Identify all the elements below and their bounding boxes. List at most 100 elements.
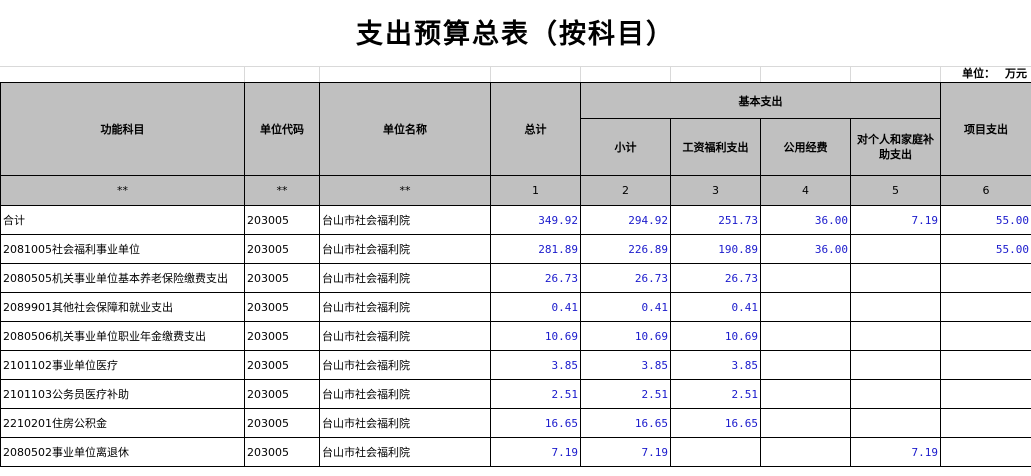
cell-unit-name[interactable]: 台山市社会福利院 <box>319 263 491 293</box>
cell-public-funds[interactable] <box>760 379 851 409</box>
cell-subtotal[interactable]: 26.73 <box>580 263 671 293</box>
table-row[interactable]: 2080502事业单位离退休 203005 台山市社会福利院 7.19 7.19 7.19 <box>0 437 1031 467</box>
header-project-expenditure[interactable]: 项目支出 <box>940 82 1031 176</box>
header-unit-name[interactable]: 单位名称 <box>319 82 491 176</box>
cell-unit-code[interactable]: 203005 <box>244 437 320 467</box>
cell-public-funds[interactable] <box>760 437 851 467</box>
cell-function-subject[interactable]: 2080506机关事业单位职业年金缴费支出 <box>0 321 245 351</box>
cell-subtotal[interactable]: 2.51 <box>580 379 671 409</box>
cell-function-subject[interactable]: 2089901其他社会保障和就业支出 <box>0 292 245 322</box>
cell-unit-name[interactable]: 台山市社会福利院 <box>319 234 491 264</box>
index-cell[interactable]: 3 <box>670 175 761 206</box>
cell-unit-name[interactable]: 台山市社会福利院 <box>319 292 491 322</box>
cell-total[interactable]: 26.73 <box>490 263 581 293</box>
cell-salary-welfare[interactable] <box>670 437 761 467</box>
cell-unit-code[interactable]: 203005 <box>244 408 320 438</box>
cell-unit-code[interactable]: 203005 <box>244 263 320 293</box>
cell-unit-code[interactable]: 203005 <box>244 292 320 322</box>
cell-salary-welfare[interactable]: 10.69 <box>670 321 761 351</box>
cell-subtotal[interactable]: 10.69 <box>580 321 671 351</box>
cell-total[interactable]: 349.92 <box>490 205 581 235</box>
cell-project[interactable]: 55.00 <box>940 205 1031 235</box>
cell-project[interactable] <box>940 408 1031 438</box>
index-cell[interactable]: 4 <box>760 175 851 206</box>
cell-salary-welfare[interactable]: 3.85 <box>670 350 761 380</box>
cell-unit-code[interactable]: 203005 <box>244 205 320 235</box>
cell-public-funds[interactable] <box>760 350 851 380</box>
cell-total[interactable]: 281.89 <box>490 234 581 264</box>
cell-project[interactable]: 55.00 <box>940 234 1031 264</box>
index-cell[interactable]: ** <box>319 175 491 206</box>
header-public-funds[interactable]: 公用经费 <box>760 118 851 176</box>
cell-total[interactable]: 0.41 <box>490 292 581 322</box>
cell-salary-welfare[interactable]: 26.73 <box>670 263 761 293</box>
cell-project[interactable] <box>940 292 1031 322</box>
cell-project[interactable] <box>940 379 1031 409</box>
cell-function-subject[interactable]: 合计 <box>0 205 245 235</box>
cell-public-funds[interactable] <box>760 408 851 438</box>
cell-unit-code[interactable]: 203005 <box>244 379 320 409</box>
cell-personal-subsidy[interactable] <box>850 408 941 438</box>
cell-personal-subsidy[interactable] <box>850 379 941 409</box>
index-cell[interactable]: 1 <box>490 175 581 206</box>
cell-unit-code[interactable]: 203005 <box>244 321 320 351</box>
cell-personal-subsidy[interactable] <box>850 292 941 322</box>
index-cell[interactable]: ** <box>0 175 245 206</box>
cell-total[interactable]: 2.51 <box>490 379 581 409</box>
cell-unit-name[interactable]: 台山市社会福利院 <box>319 408 491 438</box>
cell-total[interactable]: 10.69 <box>490 321 581 351</box>
cell-public-funds[interactable]: 36.00 <box>760 205 851 235</box>
cell-function-subject[interactable]: 2101103公务员医疗补助 <box>0 379 245 409</box>
cell-function-subject[interactable]: 2081005社会福利事业单位 <box>0 234 245 264</box>
cell-subtotal[interactable]: 226.89 <box>580 234 671 264</box>
cell-subtotal[interactable]: 16.65 <box>580 408 671 438</box>
cell-unit-name[interactable]: 台山市社会福利院 <box>319 205 491 235</box>
cell-subtotal[interactable]: 0.41 <box>580 292 671 322</box>
cell-project[interactable] <box>940 437 1031 467</box>
cell-total[interactable]: 16.65 <box>490 408 581 438</box>
cell-project[interactable] <box>940 263 1031 293</box>
cell-personal-subsidy[interactable]: 7.19 <box>850 205 941 235</box>
cell-function-subject[interactable]: 2080505机关事业单位基本养老保险缴费支出 <box>0 263 245 293</box>
cell-unit-code[interactable]: 203005 <box>244 234 320 264</box>
index-cell[interactable]: 5 <box>850 175 941 206</box>
cell-unit-code[interactable]: 203005 <box>244 350 320 380</box>
cell-unit-name[interactable]: 台山市社会福利院 <box>319 379 491 409</box>
header-total[interactable]: 总计 <box>490 82 581 176</box>
cell-function-subject[interactable]: 2101102事业单位医疗 <box>0 350 245 380</box>
cell-salary-welfare[interactable]: 190.89 <box>670 234 761 264</box>
cell-function-subject[interactable]: 2080502事业单位离退休 <box>0 437 245 467</box>
header-personal-subsidy[interactable]: 对个人和家庭补助支出 <box>850 118 941 176</box>
cell-salary-welfare[interactable]: 251.73 <box>670 205 761 235</box>
cell-salary-welfare[interactable]: 2.51 <box>670 379 761 409</box>
cell-project[interactable] <box>940 321 1031 351</box>
cell-subtotal[interactable]: 294.92 <box>580 205 671 235</box>
cell-salary-welfare[interactable]: 0.41 <box>670 292 761 322</box>
cell-function-subject[interactable]: 2210201住房公积金 <box>0 408 245 438</box>
table-row[interactable]: 合计 203005 台山市社会福利院 349.92 294.92 251.73 36.00 7… <box>0 205 1031 235</box>
cell-unit-name[interactable]: 台山市社会福利院 <box>319 350 491 380</box>
cell-personal-subsidy[interactable] <box>850 263 941 293</box>
cell-total[interactable]: 7.19 <box>490 437 581 467</box>
table-row[interactable]: 2080505机关事业单位基本养老保险缴费支出 203005 台山市社会福利院 26.… <box>0 263 1031 293</box>
cell-personal-subsidy[interactable] <box>850 321 941 351</box>
index-cell[interactable]: ** <box>244 175 320 206</box>
cell-salary-welfare[interactable]: 16.65 <box>670 408 761 438</box>
header-function-subject[interactable]: 功能科目 <box>0 82 245 176</box>
header-basic-expenditure[interactable]: 基本支出 <box>580 82 941 119</box>
cell-personal-subsidy[interactable]: 7.19 <box>850 437 941 467</box>
table-row[interactable]: 2210201住房公积金 203005 台山市社会福利院 16.65 16.65 16.6… <box>0 408 1031 438</box>
cell-public-funds[interactable] <box>760 263 851 293</box>
index-cell[interactable]: 2 <box>580 175 671 206</box>
table-row[interactable]: 2101103公务员医疗补助 203005 台山市社会福利院 2.51 2.51 2.51 <box>0 379 1031 409</box>
header-subtotal[interactable]: 小计 <box>580 118 671 176</box>
index-cell[interactable]: 6 <box>940 175 1031 206</box>
cell-unit-name[interactable]: 台山市社会福利院 <box>319 321 491 351</box>
cell-subtotal[interactable]: 3.85 <box>580 350 671 380</box>
cell-public-funds[interactable] <box>760 292 851 322</box>
table-row[interactable]: 2089901其他社会保障和就业支出 203005 台山市社会福利院 0.41 0.41… <box>0 292 1031 322</box>
table-row[interactable]: 2101102事业单位医疗 203005 台山市社会福利院 3.85 3.85 3.85 <box>0 350 1031 380</box>
cell-project[interactable] <box>940 350 1031 380</box>
cell-public-funds[interactable]: 36.00 <box>760 234 851 264</box>
cell-unit-name[interactable]: 台山市社会福利院 <box>319 437 491 467</box>
